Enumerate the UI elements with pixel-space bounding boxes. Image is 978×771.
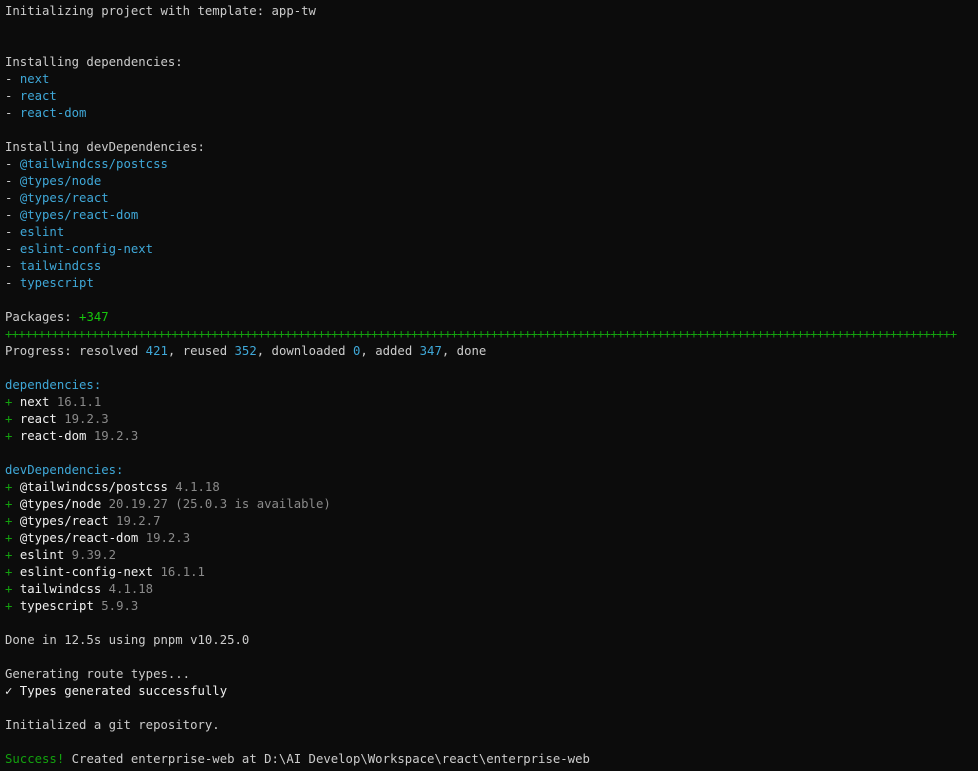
devdependency-item: + @types/node 20.19.27 (25.0.3 is availa… (5, 497, 331, 511)
done-line: Done in 12.5s using pnpm v10.25.0 (5, 633, 250, 647)
install-devdep-item: - @types/node (5, 174, 102, 188)
install-dep-item: - next (5, 72, 50, 86)
progress-bar: ++++++++++++++++++++++++++++++++++++++++… (5, 327, 957, 341)
devdependency-item: + eslint-config-next 16.1.1 (5, 565, 205, 579)
install-devdep-item: - @tailwindcss/postcss (5, 157, 168, 171)
init-line: Initializing project with template: app-… (5, 4, 316, 18)
dependencies-heading: dependencies: (5, 378, 102, 392)
terminal-output[interactable]: Initializing project with template: app-… (0, 0, 978, 771)
dependency-item: + react-dom 19.2.3 (5, 429, 139, 443)
progress-line: Progress: resolved 421, reused 352, down… (5, 344, 487, 358)
install-dep-item: - react-dom (5, 106, 87, 120)
packages-line: Packages: +347 (5, 310, 109, 324)
types-generated-line: ✓ Types generated successfully (5, 684, 228, 698)
install-devdep-item: - eslint-config-next (5, 242, 154, 256)
dependency-item: + react 19.2.3 (5, 412, 109, 426)
success-line: Success! Created enterprise-web at D:\AI… (5, 751, 978, 768)
devdependency-item: + tailwindcss 4.1.18 (5, 582, 154, 596)
success-message: Created enterprise-web at D:\AI Develop\… (64, 752, 590, 766)
devdependency-item: + @tailwindcss/postcss 4.1.18 (5, 480, 220, 494)
install-dep-item: - react (5, 89, 57, 103)
route-types-line: Generating route types... (5, 667, 191, 681)
install-devdep-item: - @types/react-dom (5, 208, 139, 222)
install-devdep-item: - @types/react (5, 191, 109, 205)
install-devdep-item: - typescript (5, 276, 94, 290)
dependency-item: + next 16.1.1 (5, 395, 102, 409)
install-devdep-item: - eslint (5, 225, 65, 239)
success-label: Success! (5, 752, 65, 766)
devdependency-item: + typescript 5.9.3 (5, 599, 139, 613)
install-devdep-item: - tailwindcss (5, 259, 102, 273)
installing-deps-heading: Installing dependencies: (5, 55, 183, 69)
devdependency-item: + @types/react 19.2.7 (5, 514, 161, 528)
devdependencies-heading: devDependencies: (5, 463, 124, 477)
devdependency-item: + @types/react-dom 19.2.3 (5, 531, 191, 545)
git-init-line: Initialized a git repository. (5, 718, 220, 732)
devdependency-item: + eslint 9.39.2 (5, 548, 117, 562)
installing-devdeps-heading: Installing devDependencies: (5, 140, 205, 154)
